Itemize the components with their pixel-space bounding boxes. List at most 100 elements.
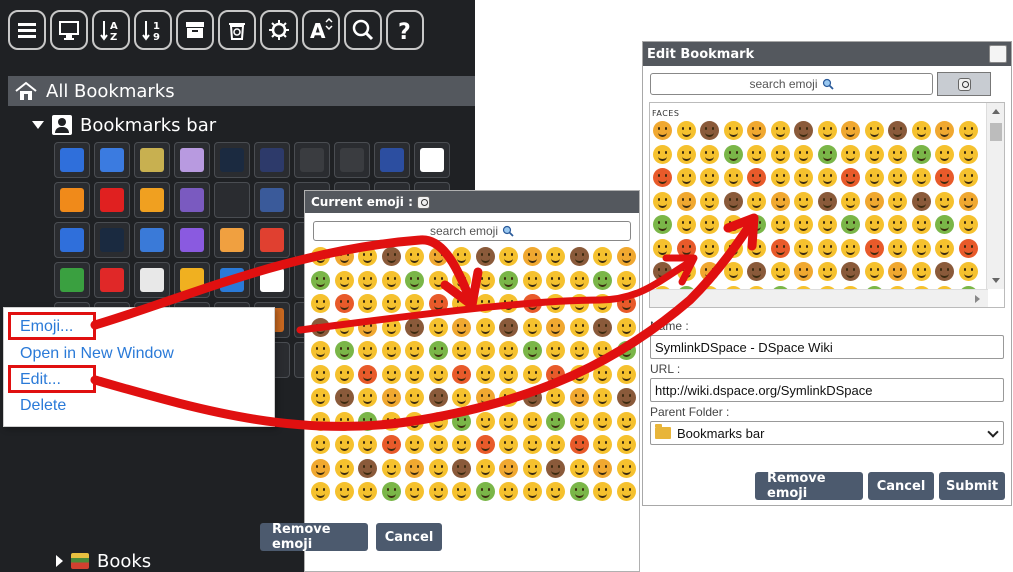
emoji-option[interactable] [546,294,565,313]
bookmark-favicon[interactable] [134,222,170,258]
recycle-bin-icon[interactable] [218,10,256,50]
emoji-option[interactable] [653,191,672,211]
emoji-option[interactable] [311,294,330,313]
help-icon[interactable]: ? [386,10,424,50]
emoji-option[interactable] [569,458,589,478]
collapse-arrow-icon[interactable] [56,555,63,567]
emoji-option[interactable] [935,191,954,211]
emoji-option[interactable] [334,364,354,384]
emoji-option[interactable] [381,317,401,337]
emoji-option[interactable] [700,238,719,258]
emoji-option[interactable] [334,388,354,407]
emoji-option[interactable] [546,341,565,360]
settings-icon[interactable] [260,10,298,50]
search-icon[interactable] [344,10,382,50]
emoji-option[interactable] [405,364,424,384]
emoji-option[interactable] [593,247,612,266]
emoji-search-input[interactable]: search emoji [313,221,631,241]
bookmark-favicon[interactable] [374,142,410,178]
vertical-scrollbar[interactable] [986,103,1004,289]
emoji-option[interactable] [747,168,766,187]
emoji-option[interactable] [747,191,766,211]
emoji-option[interactable] [569,364,589,384]
emoji-option[interactable] [475,482,495,501]
emoji-option[interactable] [452,411,471,431]
emoji-option[interactable] [864,215,884,234]
emoji-option[interactable] [935,262,954,281]
emoji-option[interactable] [522,435,542,454]
emoji-option[interactable] [676,262,696,281]
emoji-option[interactable] [864,238,884,258]
emoji-option[interactable] [817,168,837,187]
emoji-option[interactable] [593,411,612,431]
remove-emoji-button[interactable]: Remove emoji [260,522,368,552]
emoji-option[interactable] [616,411,636,431]
emoji-option[interactable] [723,168,743,187]
monitor-icon[interactable] [50,10,88,50]
emoji-option[interactable] [841,215,860,234]
emoji-option[interactable] [334,411,354,431]
emoji-option[interactable] [700,191,719,211]
emoji-option[interactable] [653,215,672,234]
expand-arrow-icon[interactable] [32,121,44,129]
emoji-option[interactable] [888,238,907,258]
emoji-option[interactable] [334,270,354,290]
emoji-option[interactable] [888,191,907,211]
emoji-option[interactable] [452,482,471,501]
emoji-option[interactable] [911,262,931,281]
emoji-option[interactable] [452,364,471,384]
emoji-option[interactable] [700,262,719,281]
emoji-option[interactable] [616,341,636,360]
emoji-option[interactable] [475,458,495,478]
emoji-option[interactable] [522,482,542,501]
emoji-option[interactable] [522,364,542,384]
bookmark-favicon[interactable] [254,182,290,218]
emoji-option[interactable] [723,215,743,234]
emoji-option[interactable] [593,458,612,478]
emoji-option[interactable] [475,294,495,313]
bookmark-favicon[interactable] [214,182,250,218]
emoji-option[interactable] [616,482,636,501]
emoji-option[interactable] [499,388,518,407]
emoji-option[interactable] [676,168,696,187]
emoji-option[interactable] [452,270,471,290]
emoji-option[interactable] [475,247,495,266]
emoji-option[interactable] [864,121,884,140]
bookmark-favicon[interactable] [54,182,90,218]
emoji-option[interactable] [334,458,354,478]
emoji-option[interactable] [334,294,354,313]
emoji-option[interactable] [770,238,790,258]
bookmark-favicon[interactable] [94,222,130,258]
emoji-option[interactable] [770,262,790,281]
emoji-option[interactable] [358,458,377,478]
emoji-option[interactable] [546,247,565,266]
emoji-option[interactable] [428,411,448,431]
emoji-option[interactable] [358,411,377,431]
emoji-option[interactable] [770,168,790,187]
emoji-option[interactable] [569,411,589,431]
emoji-option[interactable] [888,121,907,140]
emoji-option[interactable] [311,341,330,360]
emoji-option[interactable] [452,388,471,407]
emoji-option[interactable] [723,121,743,140]
emoji-option[interactable] [522,458,542,478]
emoji-option[interactable] [358,388,377,407]
emoji-option[interactable] [723,191,743,211]
scroll-thumb[interactable] [990,123,1002,141]
bookmark-favicon[interactable] [54,222,90,258]
emoji-option[interactable] [817,238,837,258]
emoji-option[interactable] [475,388,495,407]
emoji-option[interactable] [700,215,719,234]
emoji-option[interactable] [569,294,589,313]
emoji-option[interactable] [676,121,696,140]
emoji-option[interactable] [794,144,813,164]
bookmark-favicon[interactable] [214,222,250,258]
emoji-option[interactable] [522,270,542,290]
emoji-option[interactable] [958,121,978,140]
emoji-option[interactable] [499,364,518,384]
emoji-option[interactable] [841,191,860,211]
emoji-option[interactable] [334,317,354,337]
emoji-option[interactable] [452,317,471,337]
emoji-option[interactable] [334,247,354,266]
emoji-option[interactable] [452,294,471,313]
